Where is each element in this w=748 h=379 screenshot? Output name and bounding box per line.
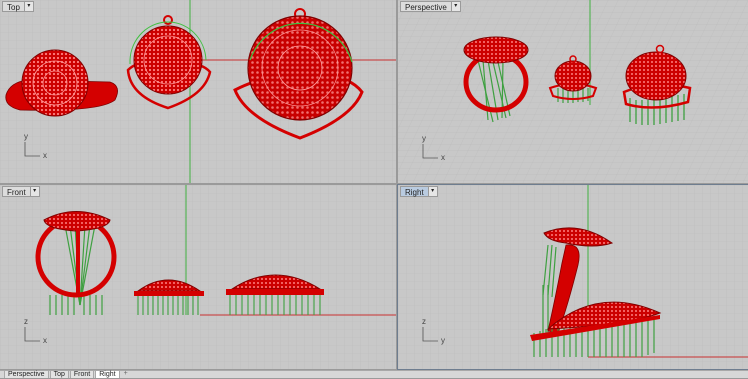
viewport-perspective-title[interactable]: Perspective ▾	[400, 1, 461, 12]
viewport-top[interactable]: Top ▾ y x	[0, 0, 396, 183]
axis-y-label: y	[441, 336, 445, 345]
viewport-right-scene	[398, 185, 748, 369]
viewport-title-label[interactable]: Front	[2, 186, 31, 197]
viewport-tab-bar: Perspective Top Front Right +	[0, 370, 748, 378]
tab-front[interactable]: Front	[69, 370, 95, 378]
dropdown-arrow-icon[interactable]: ▾	[451, 1, 461, 12]
viewport-title-label[interactable]: Top	[2, 1, 25, 12]
viewport-front[interactable]: Front ▾ z x	[0, 185, 396, 369]
viewport-front-title[interactable]: Front ▾	[2, 186, 40, 197]
dropdown-arrow-icon[interactable]: ▾	[30, 186, 40, 197]
axis-indicator: z x	[20, 317, 50, 347]
viewport-right-title[interactable]: Right ▾	[400, 186, 438, 197]
viewport-title-label[interactable]: Perspective	[400, 1, 452, 12]
axis-x-label: x	[441, 153, 445, 162]
dropdown-arrow-icon[interactable]: ▾	[428, 186, 438, 197]
axis-y-label: y	[422, 134, 426, 143]
viewport-top-title[interactable]: Top ▾	[2, 1, 34, 12]
viewport-top-scene	[0, 0, 396, 183]
axis-indicator: y x	[20, 132, 50, 162]
viewport-title-label[interactable]: Right	[400, 186, 429, 197]
viewport-right[interactable]: Right ▾ z y	[397, 184, 748, 370]
axis-indicator: y x	[418, 134, 448, 164]
viewport-perspective-scene	[398, 0, 748, 183]
tab-perspective[interactable]: Perspective	[4, 370, 49, 378]
axis-indicator: z y	[418, 317, 448, 347]
plus-icon[interactable]: +	[121, 370, 131, 378]
axis-z-label: z	[24, 317, 28, 326]
axis-y-label: y	[24, 132, 28, 141]
axis-x-label: x	[43, 336, 47, 345]
dropdown-arrow-icon[interactable]: ▾	[24, 1, 34, 12]
tab-top[interactable]: Top	[49, 370, 69, 378]
axis-x-label: x	[43, 151, 47, 160]
viewport-perspective[interactable]: Perspective ▾ y x	[398, 0, 748, 183]
axis-z-label: z	[422, 317, 426, 326]
tab-right[interactable]: Right	[95, 370, 120, 378]
viewport-front-scene	[0, 185, 396, 369]
